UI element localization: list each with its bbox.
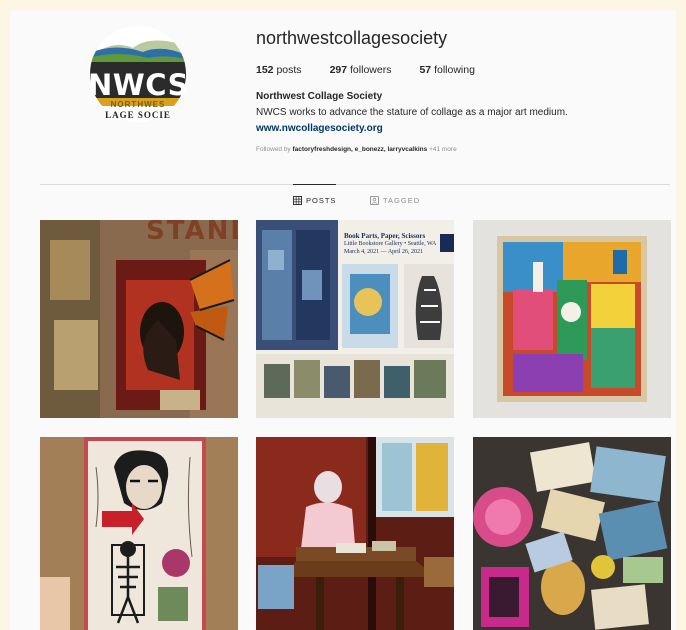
post-1-stand-text: STAND (146, 220, 238, 246)
profile-bio: NWCS works to advance the stature of col… (256, 107, 568, 118)
tab-tagged[interactable]: TAGGED (370, 185, 420, 215)
collage-scraps-photo (473, 437, 671, 630)
following-link[interactable]: 57 following (419, 64, 474, 76)
poster-venue: Little Bookstore Gallery • Seattle, WA (344, 241, 437, 247)
post-thumbnail-1[interactable]: STAND (40, 220, 238, 418)
post-thumbnail-4[interactable] (40, 437, 238, 630)
followed-by[interactable]: Followed by factoryfreshdesign, e_bonezz… (256, 146, 457, 153)
post-thumbnail-5[interactable] (256, 437, 454, 630)
posts-count: 152 posts (256, 64, 302, 76)
tab-posts[interactable]: POSTS (293, 184, 337, 215)
post-2-poster-text: Book Parts, Paper, Scissors Little Books… (344, 232, 444, 256)
skeleton-collage-image (40, 437, 238, 630)
profile-avatar[interactable]: NWCS NORTHWES LAGE SOCIE (88, 24, 188, 124)
poster-title: Book Parts, Paper, Scissors (344, 232, 426, 240)
followers-link[interactable]: 297 followers (330, 64, 392, 76)
tab-posts-label: POSTS (306, 195, 337, 205)
profile-stats: 152 posts 297 followers 57 following (256, 64, 475, 76)
tag-icon (370, 195, 379, 205)
poster-dates: March 4, 2021 — April 26, 2021 (344, 249, 423, 255)
collage-image-1 (40, 220, 238, 418)
grid-icon (293, 195, 302, 205)
artist-workshop-photo (256, 437, 454, 630)
post-thumbnail-3[interactable] (473, 220, 671, 418)
profile-website-link[interactable]: www.nwcollagesociety.org (256, 123, 383, 134)
tab-tagged-label: TAGGED (383, 195, 421, 205)
tabs-divider (40, 184, 670, 185)
post-thumbnail-6[interactable] (473, 437, 671, 630)
profile-page: NWCS NORTHWES LAGE SOCIE northwestcollag… (10, 10, 676, 630)
post-thumbnail-2[interactable]: Book Parts, Paper, Scissors Little Books… (256, 220, 454, 418)
framed-collage-image (473, 220, 671, 418)
profile-username: northwestcollagesociety (256, 28, 448, 48)
logo-wordmark: NWCS (88, 68, 189, 102)
profile-full-name: Northwest Collage Society (256, 91, 383, 102)
logo-band-text: NORTHWES (110, 100, 166, 109)
logo-society-text: LAGE SOCIE (105, 110, 171, 120)
